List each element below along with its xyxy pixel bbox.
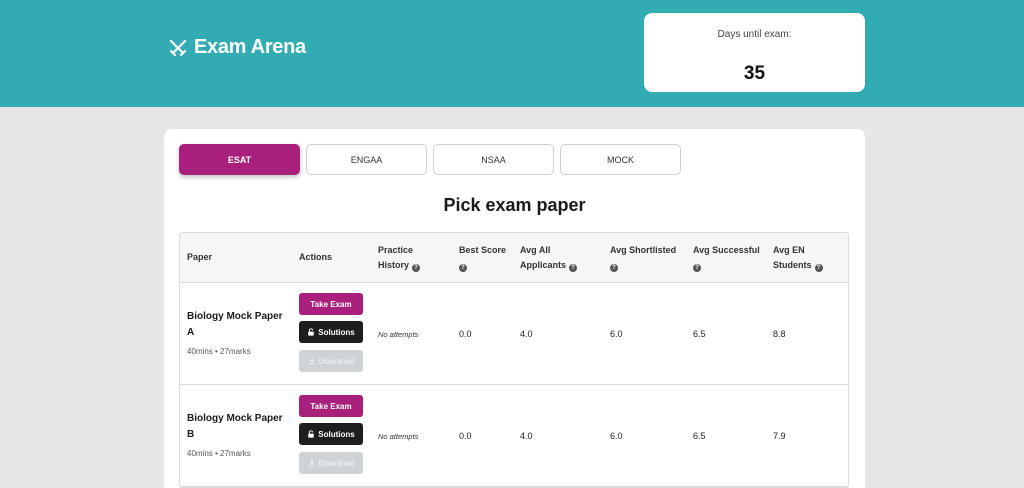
header-actions: Actions [299, 252, 333, 262]
header-avg-en-line2: Students [773, 260, 812, 270]
header: Exam Arena Days until exam: 35 [0, 0, 1024, 107]
avg-successful-value: 6.5 [693, 329, 706, 339]
avg-all-value: 4.0 [520, 329, 533, 339]
download-button[interactable]: Download [299, 350, 363, 372]
solutions-label: Solutions [318, 327, 355, 337]
days-until-exam-card: Days until exam: 35 [644, 13, 865, 92]
take-exam-button[interactable]: Take Exam [299, 395, 363, 417]
question-circle-icon[interactable]: ? [693, 264, 701, 272]
solutions-button[interactable]: Solutions [299, 321, 363, 343]
header-avg-all-line2: Applicants [520, 260, 567, 270]
download-label: Download [318, 356, 355, 366]
tab-nsaa[interactable]: NSAA [433, 144, 554, 175]
question-circle-icon[interactable]: ? [610, 264, 618, 272]
header-avg-all-applicants: Avg All Applicants? [520, 243, 578, 273]
tab-esat[interactable]: ESAT [179, 144, 300, 175]
download-icon [308, 459, 316, 467]
table-row: Biology Mock Paper A 40mins • 27marks Ta… [180, 283, 848, 385]
logo[interactable]: Exam Arena [168, 36, 306, 59]
header-avg-shortlisted-label: Avg Shortlisted [610, 245, 677, 255]
paper-meta: 40mins • 27marks [187, 449, 251, 458]
question-circle-icon[interactable]: ? [814, 264, 823, 272]
practice-history-value: No attempts [378, 432, 419, 441]
header-avg-successful-label: Avg Successful [693, 245, 760, 255]
header-avg-successful: Avg Successful ? [693, 243, 760, 273]
header-avg-all-line1: Avg All [520, 245, 551, 255]
days-until-exam-label: Days until exam: [717, 29, 792, 40]
question-circle-icon[interactable]: ? [569, 264, 578, 272]
best-score-value: 0.0 [459, 431, 472, 441]
best-score-value: 0.0 [459, 329, 472, 339]
practice-history-value: No attempts [378, 330, 419, 339]
exam-papers-table: Paper Actions Practice History? Best Sco… [179, 232, 849, 488]
unlock-icon [307, 430, 315, 438]
unlock-icon [307, 328, 315, 336]
paper-name: Biology Mock Paper A [187, 311, 283, 338]
solutions-button[interactable]: Solutions [299, 423, 363, 445]
header-practice-line1: Practice [378, 245, 414, 255]
avg-shortlisted-value: 6.0 [610, 431, 623, 441]
paper-name: Biology Mock Paper B [187, 413, 283, 440]
exam-paper-card: ESAT ENGAA NSAA MOCK Pick exam paper Pap… [164, 129, 865, 488]
table-header: Paper Actions Practice History? Best Sco… [180, 233, 848, 283]
header-practice-line2: History [378, 260, 410, 270]
crossed-swords-icon [168, 38, 188, 58]
header-best-score: Best Score ? [459, 243, 506, 273]
avg-en-value: 7.9 [773, 431, 786, 441]
avg-successful-value: 6.5 [693, 431, 706, 441]
download-icon [308, 357, 316, 365]
tab-engaa[interactable]: ENGAA [306, 144, 427, 175]
paper-meta: 40mins • 27marks [187, 347, 251, 356]
download-button[interactable]: Download [299, 452, 363, 474]
table-row: Biology Mock Paper B 40mins • 27marks Ta… [180, 385, 848, 487]
header-avg-shortlisted: Avg Shortlisted ? [610, 243, 676, 273]
days-until-exam-value: 35 [743, 63, 766, 84]
header-paper: Paper [187, 252, 213, 262]
header-avg-en-line1: Avg EN [773, 245, 805, 255]
take-exam-button[interactable]: Take Exam [299, 293, 363, 315]
question-circle-icon[interactable]: ? [412, 264, 421, 272]
header-avg-en-students: Avg EN Students? [773, 243, 823, 273]
solutions-label: Solutions [318, 429, 355, 439]
tab-mock[interactable]: MOCK [560, 144, 681, 175]
header-practice-history: Practice History? [378, 243, 421, 273]
question-circle-icon[interactable]: ? [459, 264, 467, 272]
exam-tabs: ESAT ENGAA NSAA MOCK [179, 144, 681, 175]
avg-en-value: 8.8 [773, 329, 786, 339]
header-best-score-label: Best Score [459, 245, 507, 255]
download-label: Download [318, 458, 355, 468]
avg-shortlisted-value: 6.0 [610, 329, 623, 339]
avg-all-value: 4.0 [520, 431, 533, 441]
page-title: Pick exam paper [443, 195, 586, 215]
logo-text: Exam Arena [194, 36, 306, 58]
